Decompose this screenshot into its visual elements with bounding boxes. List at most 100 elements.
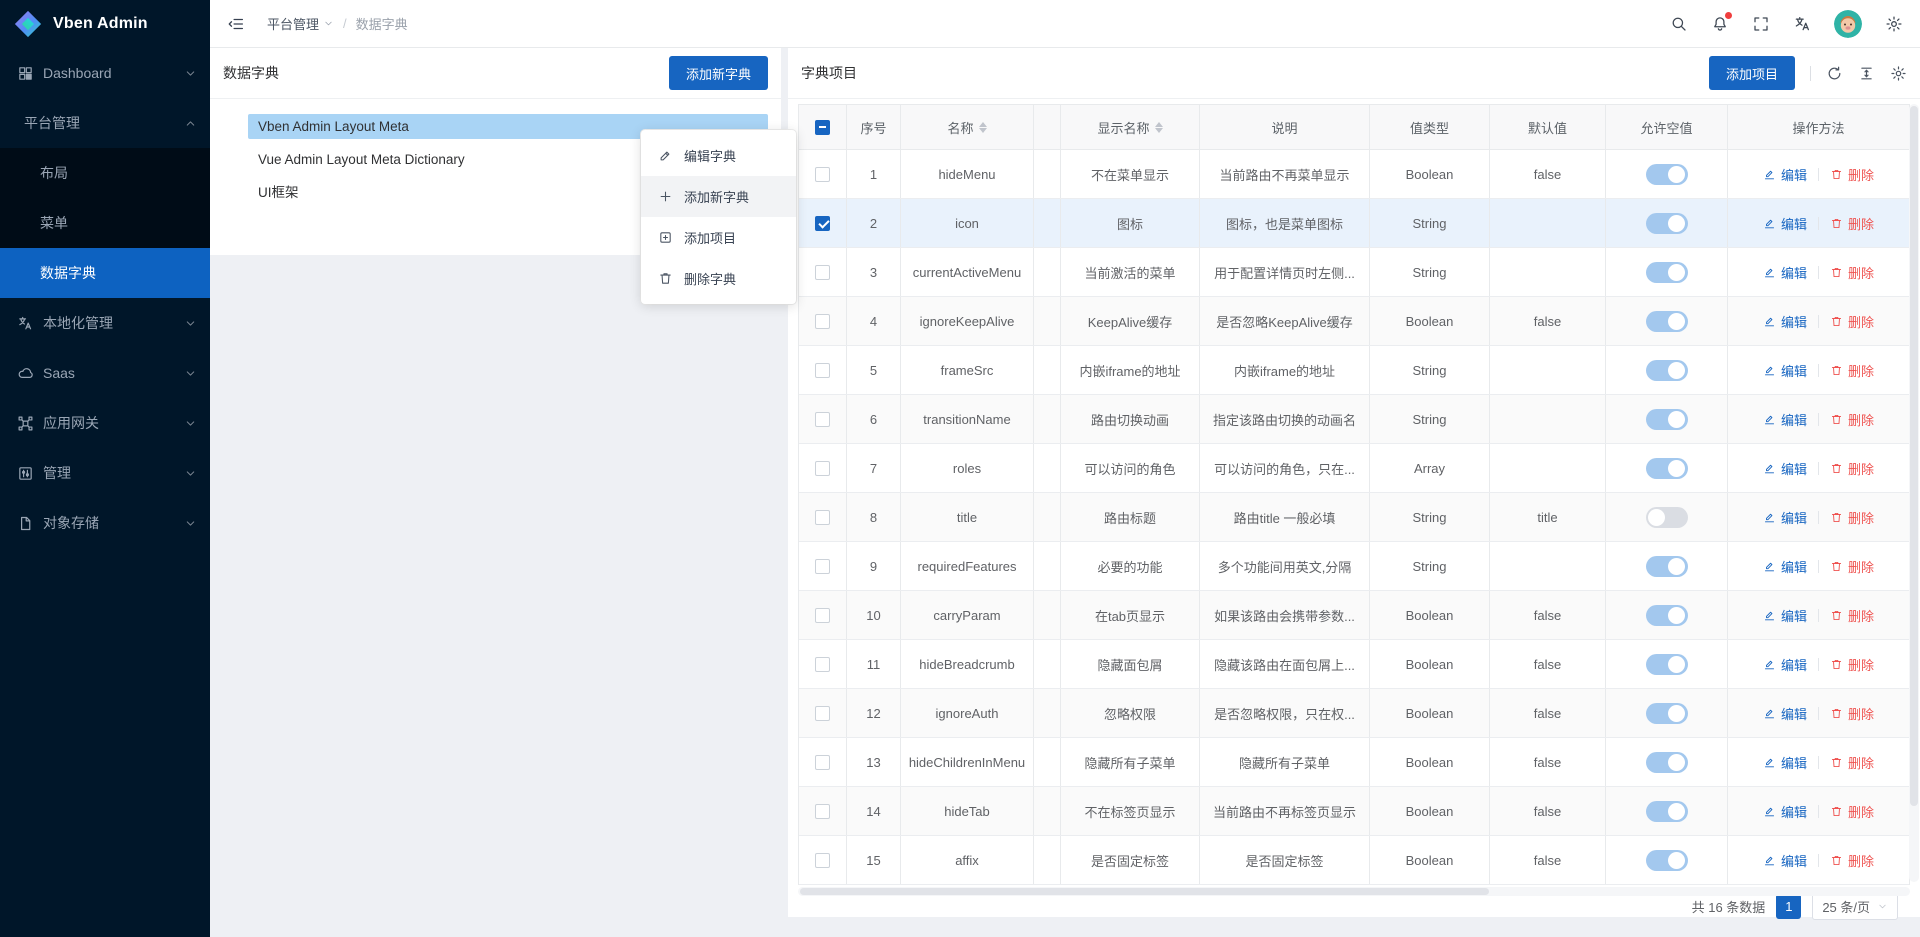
vertical-scrollbar[interactable]: [1909, 104, 1919, 882]
table-settings-icon[interactable]: [1890, 65, 1907, 82]
allow-empty-toggle[interactable]: [1646, 262, 1688, 283]
table-row[interactable]: 12ignoreAuth忽略权限是否忽略权限，只在权...Booleanfals…: [799, 689, 1909, 738]
allow-empty-toggle[interactable]: [1646, 458, 1688, 479]
delete-button[interactable]: 删除: [1830, 606, 1874, 625]
row-checkbox[interactable]: [815, 314, 830, 329]
edit-button[interactable]: 编辑: [1763, 655, 1807, 674]
allow-empty-toggle[interactable]: [1646, 409, 1688, 430]
table-row[interactable]: 5frameSrc内嵌iframe的地址内嵌iframe的地址String编辑删…: [799, 346, 1909, 395]
sidebar-item-localization[interactable]: 本地化管理: [0, 298, 210, 348]
context-menu-item[interactable]: 删除字典: [641, 258, 796, 299]
breadcrumb-item-platform[interactable]: 平台管理: [267, 14, 334, 33]
delete-button[interactable]: 删除: [1830, 557, 1874, 576]
table-row[interactable]: 6transitionName路由切换动画指定该路由切换的动画名String编辑…: [799, 395, 1909, 444]
context-menu-item[interactable]: 编辑字典: [641, 135, 796, 176]
delete-button[interactable]: 删除: [1830, 459, 1874, 478]
sidebar-item-saas[interactable]: Saas: [0, 348, 210, 398]
context-menu-item[interactable]: 添加项目: [641, 217, 796, 258]
column-header-name[interactable]: 名称: [901, 105, 1034, 149]
allow-empty-toggle[interactable]: [1646, 556, 1688, 577]
row-checkbox[interactable]: [815, 216, 830, 231]
edit-button[interactable]: 编辑: [1763, 606, 1807, 625]
row-checkbox[interactable]: [815, 510, 830, 525]
edit-button[interactable]: 编辑: [1763, 410, 1807, 429]
refresh-icon[interactable]: [1826, 65, 1843, 82]
row-checkbox[interactable]: [815, 657, 830, 672]
sidebar-item-menu[interactable]: 菜单: [0, 198, 210, 248]
table-row[interactable]: 3currentActiveMenu当前激活的菜单用于配置详情页时左侧...St…: [799, 248, 1909, 297]
sort-carets[interactable]: [979, 122, 987, 133]
delete-button[interactable]: 删除: [1830, 361, 1874, 380]
allow-empty-toggle[interactable]: [1646, 703, 1688, 724]
allow-empty-toggle[interactable]: [1646, 654, 1688, 675]
table-row[interactable]: 10carryParam在tab页显示如果该路由会携带参数...Booleanf…: [799, 591, 1909, 640]
sidebar-item-management[interactable]: 管理: [0, 448, 210, 498]
sidebar-item-layout[interactable]: 布局: [0, 148, 210, 198]
table-row[interactable]: 11hideBreadcrumb隐藏面包屑隐藏该路由在面包屑上...Boolea…: [799, 640, 1909, 689]
table-row[interactable]: 8title路由标题路由title 一般必填Stringtitle编辑删除: [799, 493, 1909, 542]
table-row[interactable]: 13hideChildrenInMenu隐藏所有子菜单隐藏所有子菜单Boolea…: [799, 738, 1909, 787]
delete-button[interactable]: 删除: [1830, 753, 1874, 772]
add-item-button[interactable]: 添加项目: [1709, 56, 1795, 90]
edit-button[interactable]: 编辑: [1763, 508, 1807, 527]
fullscreen-icon[interactable]: [1752, 15, 1770, 33]
row-checkbox[interactable]: [815, 755, 830, 770]
delete-button[interactable]: 删除: [1830, 410, 1874, 429]
edit-button[interactable]: 编辑: [1763, 165, 1807, 184]
table-row[interactable]: 7roles可以访问的角色可以访问的角色，只在...Array编辑删除: [799, 444, 1909, 493]
sidebar-item-dashboard[interactable]: Dashboard: [0, 48, 210, 98]
table-row[interactable]: 2icon图标图标，也是菜单图标String编辑删除: [799, 199, 1909, 248]
translate-icon[interactable]: [1793, 15, 1811, 33]
row-checkbox[interactable]: [815, 853, 830, 868]
row-checkbox[interactable]: [815, 167, 830, 182]
delete-button[interactable]: 删除: [1830, 165, 1874, 184]
delete-button[interactable]: 删除: [1830, 655, 1874, 674]
row-checkbox[interactable]: [815, 363, 830, 378]
settings-icon[interactable]: [1885, 15, 1903, 33]
search-icon[interactable]: [1670, 15, 1688, 33]
allow-empty-toggle[interactable]: [1646, 507, 1688, 528]
sidebar-item-gateway[interactable]: 应用网关: [0, 398, 210, 448]
allow-empty-toggle[interactable]: [1646, 164, 1688, 185]
edit-button[interactable]: 编辑: [1763, 704, 1807, 723]
allow-empty-toggle[interactable]: [1646, 605, 1688, 626]
allow-empty-toggle[interactable]: [1646, 801, 1688, 822]
delete-button[interactable]: 删除: [1830, 263, 1874, 282]
row-checkbox[interactable]: [815, 461, 830, 476]
select-all-checkbox[interactable]: [815, 120, 830, 135]
table-row[interactable]: 4ignoreKeepAliveKeepAlive缓存是否忽略KeepAlive…: [799, 297, 1909, 346]
horizontal-scrollbar[interactable]: [798, 887, 1910, 896]
row-checkbox[interactable]: [815, 608, 830, 623]
avatar[interactable]: [1834, 10, 1862, 38]
context-menu-item[interactable]: 添加新字典: [641, 176, 796, 217]
edit-button[interactable]: 编辑: [1763, 802, 1807, 821]
row-checkbox[interactable]: [815, 265, 830, 280]
table-row[interactable]: 14hideTab不在标签页显示当前路由不再标签页显示Booleanfalse编…: [799, 787, 1909, 836]
table-row[interactable]: 1hideMenu不在菜单显示当前路由不再菜单显示Booleanfalse编辑删…: [799, 150, 1909, 199]
row-height-icon[interactable]: [1858, 65, 1875, 82]
row-checkbox[interactable]: [815, 706, 830, 721]
allow-empty-toggle[interactable]: [1646, 360, 1688, 381]
sort-carets[interactable]: [1155, 122, 1163, 133]
table-row[interactable]: 15affix是否固定标签是否固定标签Booleanfalse编辑删除: [799, 836, 1909, 885]
allow-empty-toggle[interactable]: [1646, 752, 1688, 773]
notifications-icon[interactable]: [1711, 15, 1729, 33]
delete-button[interactable]: 删除: [1830, 851, 1874, 870]
edit-button[interactable]: 编辑: [1763, 263, 1807, 282]
collapse-sidebar-icon[interactable]: [227, 15, 245, 33]
sidebar-item-platform[interactable]: 平台管理: [0, 98, 210, 148]
app-logo[interactable]: Vben Admin: [0, 0, 210, 48]
column-header-display-name[interactable]: 显示名称: [1061, 105, 1200, 149]
allow-empty-toggle[interactable]: [1646, 850, 1688, 871]
delete-button[interactable]: 删除: [1830, 704, 1874, 723]
page-1-button[interactable]: 1: [1776, 894, 1801, 919]
delete-button[interactable]: 删除: [1830, 508, 1874, 527]
delete-button[interactable]: 删除: [1830, 802, 1874, 821]
edit-button[interactable]: 编辑: [1763, 851, 1807, 870]
edit-button[interactable]: 编辑: [1763, 214, 1807, 233]
edit-button[interactable]: 编辑: [1763, 557, 1807, 576]
sidebar-item-data-dictionary[interactable]: 数据字典: [0, 248, 210, 298]
row-checkbox[interactable]: [815, 804, 830, 819]
edit-button[interactable]: 编辑: [1763, 312, 1807, 331]
row-checkbox[interactable]: [815, 412, 830, 427]
